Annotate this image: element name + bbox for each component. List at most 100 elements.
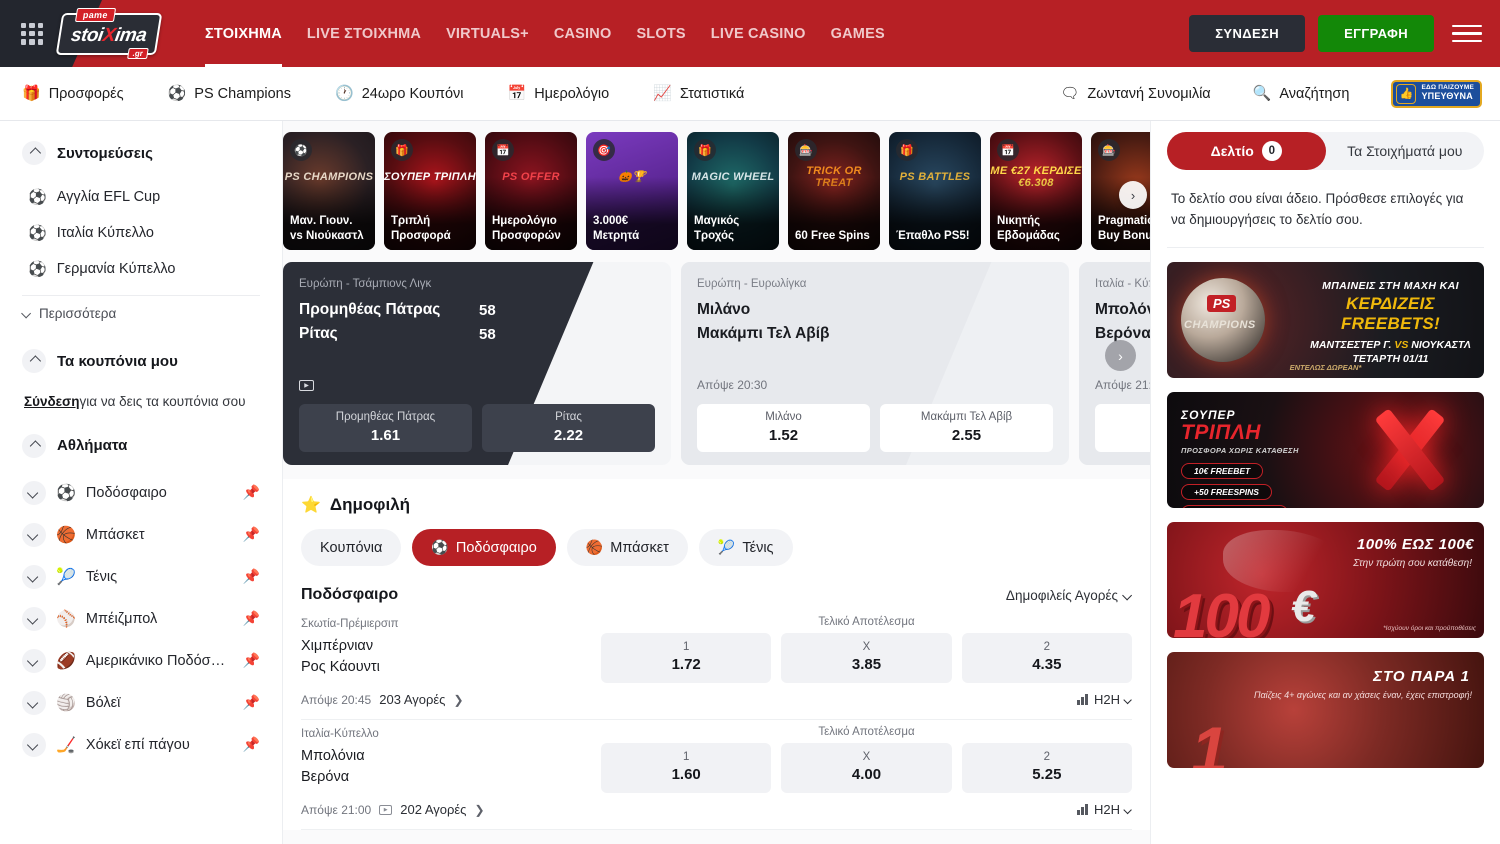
sport-item-3[interactable]: ⚾Μπέιζμπολ📌 xyxy=(22,598,260,640)
featured-odd-1-1[interactable]: Μακάμπι Τελ Αβίβ2.55 xyxy=(880,404,1053,452)
expand-icon-sport-3[interactable] xyxy=(22,607,46,631)
odd-button-0-0[interactable]: 11.72 xyxy=(601,633,771,683)
subnav-item-4[interactable]: 📈Στατιστικά xyxy=(653,86,744,102)
nav-item-4[interactable]: SLOTS xyxy=(636,0,685,67)
sidebar-login-link[interactable]: Σύνδεση xyxy=(24,394,80,409)
live-stream-icon-0[interactable]: ▶ xyxy=(299,380,314,391)
featured-odd-1-0[interactable]: Μιλάνο1.52 xyxy=(697,404,870,452)
nav-item-6[interactable]: GAMES xyxy=(831,0,885,67)
search-button[interactable]: 🔍 Αναζήτηση xyxy=(1253,86,1350,102)
nav-item-0[interactable]: ΣΤΟΙΧΗΜΑ xyxy=(205,0,282,67)
featured-match-card-1[interactable]: Ευρώπη - ΕυρωλίγκαΜιλάνοΜακάμπι Τελ Αβίβ… xyxy=(681,262,1069,465)
odd-button-1-0[interactable]: 11.60 xyxy=(601,743,771,793)
h2h-button-0[interactable]: H2H xyxy=(1077,692,1132,707)
subnav-item-2[interactable]: 🕐24ωρο Κουπόνι xyxy=(335,86,464,102)
markets-count-1[interactable]: 202 Αγορές xyxy=(400,802,466,817)
coupons-section-header[interactable]: Τα κουπόνια μου xyxy=(22,349,260,373)
tv-stream-icon-1[interactable]: ▶ xyxy=(379,805,392,815)
filter-pill-2[interactable]: 🏀Μπάσκετ xyxy=(567,529,688,566)
shortcuts-section-header[interactable]: Συντομεύσεις xyxy=(22,141,260,165)
h2h-button-1[interactable]: H2H xyxy=(1077,802,1132,817)
markets-arrow-icon-1[interactable]: ❯ xyxy=(474,803,484,817)
sports-section-header[interactable]: Αθλήματα xyxy=(22,434,260,458)
expand-icon-sport-1[interactable] xyxy=(22,523,46,547)
markets-selector[interactable]: Δημοφιλείς Αγορές xyxy=(1006,588,1132,603)
pin-icon-5[interactable]: 📌 xyxy=(243,694,260,711)
banner-ps-champions[interactable]: PS CHAMPIONS ΜΠΑΙΝΕΙΣ ΣΤΗ ΜΑΧΗ ΚΑΙ ΚΕΡΔΙ… xyxy=(1167,262,1484,378)
expand-icon-sport-6[interactable] xyxy=(22,733,46,757)
nav-item-5[interactable]: LIVE CASINO xyxy=(711,0,806,67)
nav-item-3[interactable]: CASINO xyxy=(554,0,612,67)
featured-league-0: Ευρώπη - Τσάμπιονς Λιγκ xyxy=(299,278,655,290)
promo-card-2[interactable]: PS OFFER📅Ημερολόγιο Προσφορών xyxy=(485,132,577,250)
promo-card-3[interactable]: 🎃🏆🎯3.000€ Μετρητά xyxy=(586,132,678,250)
filter-pill-0[interactable]: Κουπόνια xyxy=(301,529,401,566)
promo-card-6[interactable]: PS BATTLES🎁Έπαθλο PS5! xyxy=(889,132,981,250)
pin-icon-1[interactable]: 📌 xyxy=(243,526,260,543)
markets-count-0[interactable]: 203 Αγορές xyxy=(379,692,445,707)
tab-betslip[interactable]: Δελτίο 0 xyxy=(1167,132,1326,170)
promo-card-0[interactable]: PS CHAMPIONS⚽Μαν. Γιουν. vs Νιούκαστλ xyxy=(283,132,375,250)
hamburger-menu-icon[interactable] xyxy=(1452,22,1482,46)
promo-card-4[interactable]: MAGIC WHEEL🎁Μαγικός Τροχός xyxy=(687,132,779,250)
promo-badge-icon-0: ⚽ xyxy=(290,139,312,161)
filter-pill-1[interactable]: ⚽Ποδόσφαιρο xyxy=(412,529,555,566)
site-logo[interactable]: pame stoiXima .gr xyxy=(57,10,161,58)
nav-item-1[interactable]: LIVE ΣΤΟΙΧΗΜΑ xyxy=(307,0,421,67)
banner-super-tripli[interactable]: ΣΟΥΠΕΡ ΤΡΙΠΛΗ ΠΡΟΣΦΟΡΑ ΧΩΡΙΣ ΚΑΤΑΘΕΣΗ 10… xyxy=(1167,392,1484,508)
sport-item-0[interactable]: ⚽Ποδόσφαιρο📌 xyxy=(22,472,260,514)
sport-item-4[interactable]: 🏈Αμερικάνικο Ποδόσ…📌 xyxy=(22,640,260,682)
banner-welcome-bonus[interactable]: 100 € 100% ΕΩΣ 100€ Στην πρώτη σου κατάθ… xyxy=(1167,522,1484,638)
pin-icon-3[interactable]: 📌 xyxy=(243,610,260,627)
featured-odd-0-0[interactable]: Προμηθέας Πάτρας1.61 xyxy=(299,404,472,452)
promo-card-1[interactable]: ΣΟΥΠΕΡ ΤΡΙΠΛΗ🎁Τριπλή Προσφορά xyxy=(384,132,476,250)
shortcuts-more-button[interactable]: Περισσότερα xyxy=(22,295,260,327)
featured-match-card-0[interactable]: Ευρώπη - Τσάμπιονς ΛιγκΠρομηθέας Πάτρας5… xyxy=(283,262,671,465)
logo-gr-text: .gr xyxy=(127,48,149,59)
expand-icon-sport-5[interactable] xyxy=(22,691,46,715)
register-button[interactable]: ΕΓΓΡΑΦΗ xyxy=(1318,15,1434,52)
filter-pill-3[interactable]: 🎾Τένις xyxy=(699,529,793,566)
subnav-item-3[interactable]: 📅Ημερολόγιο xyxy=(508,86,610,102)
match-row-1[interactable]: Ιταλία-ΚύπελλοΜπολόνιαΒερόναΤελικό Αποτέ… xyxy=(301,720,1132,830)
subnav-label-0: Προσφορές xyxy=(49,86,124,102)
featured-next-button[interactable]: › xyxy=(1105,340,1136,371)
featured-home-name-0: Προμηθέας Πάτρας xyxy=(299,301,479,319)
match-row-0[interactable]: Σκωτία-ΠρέμιερσιπΧιμπέρνιανΡος ΚάουντιΤε… xyxy=(301,610,1132,720)
promo-card-5[interactable]: TRICK OR TREAT🎰60 Free Spins xyxy=(788,132,880,250)
banner-sto-para-1[interactable]: 1 ΣΤΟ ΠΑΡΑ 1 Παίζεις 4+ αγώνες και αν χά… xyxy=(1167,652,1484,768)
subnav-item-1[interactable]: ⚽PS Champions xyxy=(168,86,291,102)
odd-button-0-1[interactable]: X3.85 xyxy=(781,633,951,683)
odd-button-1-2[interactable]: 25.25 xyxy=(962,743,1132,793)
responsible-gaming-badge[interactable]: 👍 ΕΔΩ ΠΑΙΖΟΥΜΕ ΥΠΕΥΘΥΝΑ xyxy=(1391,80,1482,108)
nav-item-2[interactable]: VIRTUALS+ xyxy=(446,0,529,67)
apps-grid-icon[interactable] xyxy=(19,21,45,47)
promo-next-button[interactable]: › xyxy=(1119,181,1147,209)
sport-item-2[interactable]: 🎾Τένις📌 xyxy=(22,556,260,598)
promo-card-7[interactable]: ΜΕ €27 ΚΕΡΔΙΣΕ €6.308📅Νικητής Εβδομάδας xyxy=(990,132,1082,250)
expand-icon-sport-0[interactable] xyxy=(22,481,46,505)
banner-3-footnote: *Ισχύουν όροι και προϋποθέσεις xyxy=(1383,625,1476,632)
subnav-item-0[interactable]: 🎁Προσφορές xyxy=(22,86,124,102)
sport-item-5[interactable]: 🏐Βόλεϊ📌 xyxy=(22,682,260,724)
expand-icon-sport-4[interactable] xyxy=(22,649,46,673)
featured-odd-0-1[interactable]: Ρίτας2.22 xyxy=(482,404,655,452)
login-button[interactable]: ΣΥΝΔΕΣΗ xyxy=(1189,15,1305,52)
betslip-empty-message: Το δελτίο σου είναι άδειο. Πρόσθεσε επιλ… xyxy=(1167,183,1484,248)
pin-icon-0[interactable]: 📌 xyxy=(243,484,260,501)
sport-item-6[interactable]: 🏒Χόκεϊ επί πάγου📌 xyxy=(22,724,260,766)
featured-odd-2-0[interactable]: 11.6 xyxy=(1095,404,1150,452)
expand-icon-sport-2[interactable] xyxy=(22,565,46,589)
shortcut-item-0[interactable]: ⚽Αγγλία EFL Cup xyxy=(22,179,260,215)
pin-icon-6[interactable]: 📌 xyxy=(243,736,260,753)
odd-button-0-2[interactable]: 24.35 xyxy=(962,633,1132,683)
markets-arrow-icon-0[interactable]: ❯ xyxy=(453,693,463,707)
pin-icon-4[interactable]: 📌 xyxy=(243,652,260,669)
pin-icon-2[interactable]: 📌 xyxy=(243,568,260,585)
shortcut-item-2[interactable]: ⚽Γερμανία Κύπελλο xyxy=(22,251,260,287)
tab-mybets[interactable]: Τα Στοιχήματά μου xyxy=(1326,132,1485,170)
odd-button-1-1[interactable]: X4.00 xyxy=(781,743,951,793)
sport-item-1[interactable]: 🏀Μπάσκετ📌 xyxy=(22,514,260,556)
live-chat-button[interactable]: 🗨 Ζωντανή Συνομιλία xyxy=(1060,86,1210,102)
shortcut-item-1[interactable]: ⚽Ιταλία Κύπελλο xyxy=(22,215,260,251)
